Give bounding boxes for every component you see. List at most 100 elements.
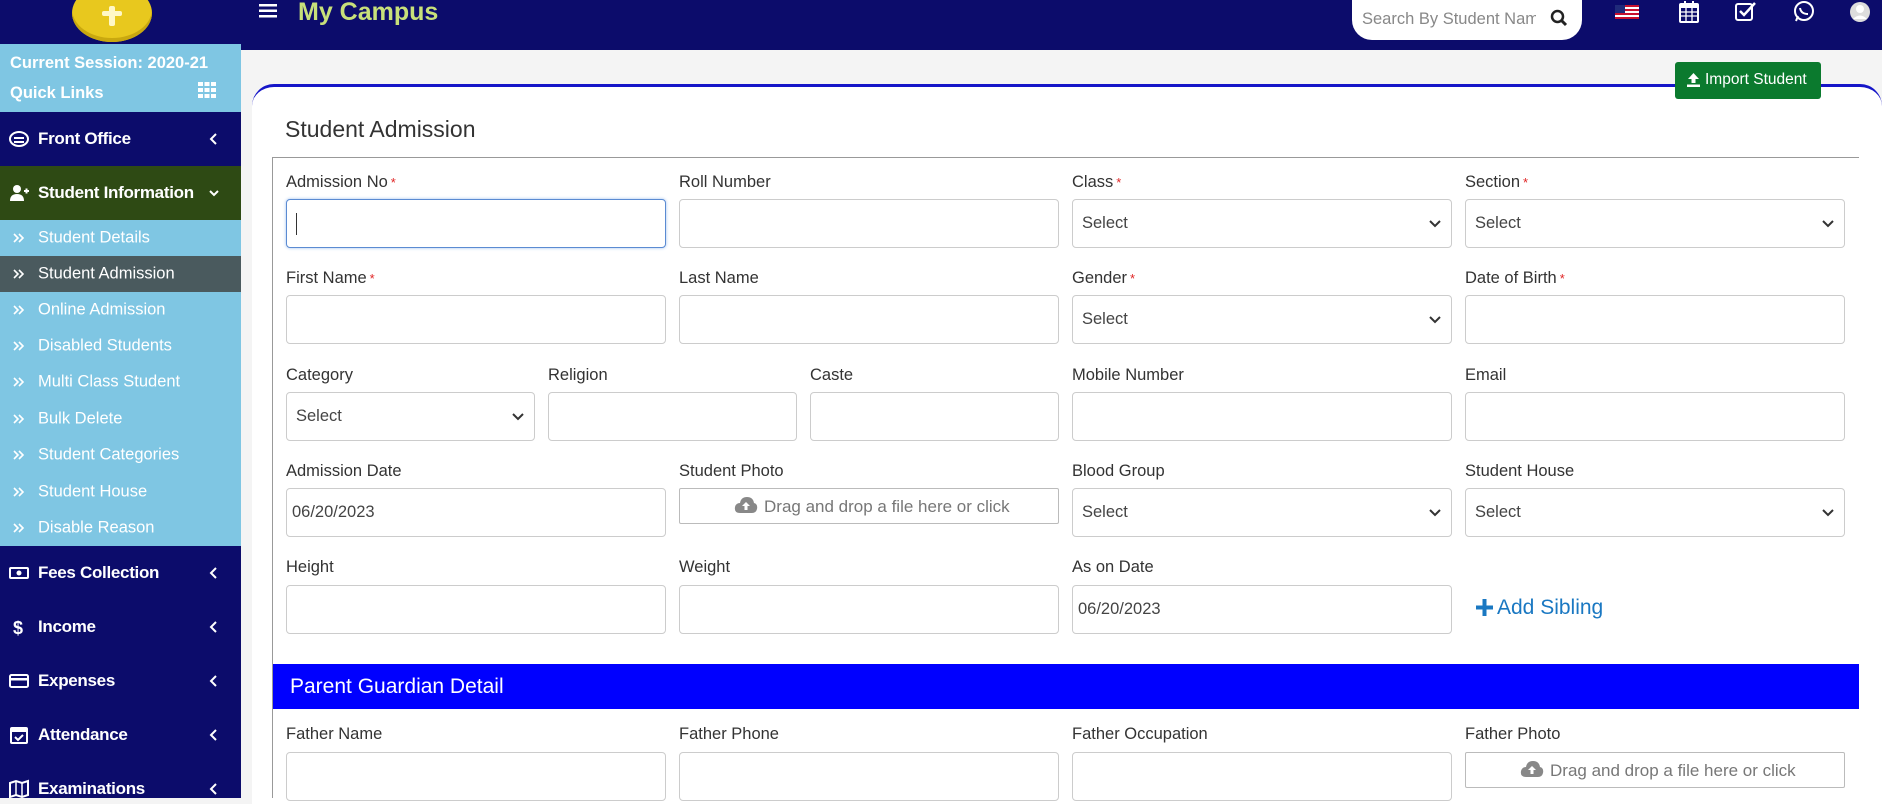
caste-input[interactable]: [810, 392, 1059, 441]
brand-title[interactable]: My Campus: [298, 0, 438, 27]
category-label: Category: [286, 366, 353, 384]
religion-input[interactable]: [548, 392, 797, 441]
submenu-item[interactable]: Student House: [0, 474, 241, 510]
nav-expenses[interactable]: Expenses: [0, 654, 241, 708]
current-session-label: Current Session: 2020-21: [10, 54, 209, 72]
svg-text:$: $: [13, 618, 23, 637]
first-name-input[interactable]: [286, 295, 666, 344]
weight-input[interactable]: [679, 585, 1059, 634]
submenu-item[interactable]: Multi Class Student: [0, 364, 241, 400]
select-value: Select: [1082, 214, 1128, 232]
text-cursor: [296, 213, 297, 235]
category-select[interactable]: Select: [286, 392, 535, 441]
father-occupation-input[interactable]: [1072, 752, 1452, 801]
email-input[interactable]: [1465, 392, 1845, 441]
submenu-item[interactable]: Student Details: [0, 220, 241, 256]
chevron-left-icon: [209, 675, 217, 687]
admission-no-input[interactable]: [286, 199, 666, 248]
quick-links-label[interactable]: Quick Links: [10, 84, 104, 103]
submenu-item[interactable]: Disabled Students: [0, 328, 241, 364]
chevron-down-icon: [1429, 509, 1441, 517]
father-phone-input[interactable]: [679, 752, 1059, 801]
submenu-label: Multi Class Student: [38, 372, 181, 391]
school-logo[interactable]: [72, 0, 152, 42]
select-value: Select: [296, 407, 342, 425]
roll-number-input[interactable]: [679, 199, 1059, 248]
email-label: Email: [1465, 366, 1507, 384]
admission-date-label: Admission Date: [286, 462, 402, 480]
chevron-down-icon: [1429, 316, 1441, 324]
whatsapp-icon[interactable]: [1792, 1, 1816, 23]
dropzone-text: Drag and drop a file here or click: [764, 497, 1010, 516]
task-check-icon[interactable]: [1734, 1, 1758, 23]
nav-fees-collection[interactable]: Fees Collection: [0, 546, 241, 600]
double-chevron-right-icon: [13, 487, 25, 497]
nav-examinations[interactable]: Examinations: [0, 762, 241, 798]
date-value: 06/20/2023: [292, 503, 375, 521]
as-on-date-input[interactable]: 06/20/2023: [1072, 585, 1452, 634]
credit-card-icon: [9, 674, 29, 688]
height-label: Height: [286, 558, 334, 576]
nav-label: Expenses: [38, 671, 115, 690]
double-chevron-right-icon: [13, 523, 25, 533]
student-photo-dropzone[interactable]: Drag and drop a file here or click: [679, 488, 1059, 524]
father-photo-label: Father Photo: [1465, 725, 1561, 743]
submenu-item[interactable]: Online Admission: [0, 292, 241, 328]
section-label: Section *: [1465, 173, 1529, 191]
height-input[interactable]: [286, 585, 666, 634]
nav-label: Attendance: [38, 725, 128, 744]
nav-student-information[interactable]: Student Information: [0, 166, 241, 220]
nav-income[interactable]: $ Income: [0, 600, 241, 654]
student-photo-label: Student Photo: [679, 462, 784, 480]
submenu-label: Student House: [38, 482, 148, 501]
submenu-item[interactable]: Student Categories: [0, 437, 241, 473]
select-value: Select: [1475, 503, 1521, 521]
student-house-select[interactable]: Select: [1465, 488, 1845, 537]
last-name-input[interactable]: [679, 295, 1059, 344]
admission-date-input[interactable]: 06/20/2023: [286, 488, 666, 537]
father-photo-dropzone[interactable]: Drag and drop a file here or click: [1465, 752, 1845, 788]
money-icon: [9, 567, 29, 579]
submenu-item[interactable]: Bulk Delete: [0, 401, 241, 437]
section-select[interactable]: Select: [1465, 199, 1845, 248]
dob-input[interactable]: [1465, 295, 1845, 344]
mobile-number-input[interactable]: [1072, 392, 1452, 441]
dob-label: Date of Birth *: [1465, 269, 1565, 287]
submenu-label: Student Details: [38, 228, 150, 247]
user-avatar-icon[interactable]: [1848, 1, 1872, 23]
student-house-label: Student House: [1465, 462, 1575, 480]
class-select[interactable]: Select: [1072, 199, 1452, 248]
nav-attendance[interactable]: Attendance: [0, 708, 241, 762]
upload-icon: [1687, 73, 1700, 87]
father-name-input[interactable]: [286, 752, 666, 801]
select-value: Select: [1082, 310, 1128, 328]
submenu-label: Bulk Delete: [38, 409, 123, 428]
double-chevron-right-icon: [13, 450, 25, 460]
flag-us-icon[interactable]: [1615, 1, 1639, 23]
add-sibling-label: Add Sibling: [1497, 596, 1604, 619]
search-icon[interactable]: [1550, 9, 1568, 27]
submenu-item[interactable]: Disable Reason: [0, 510, 241, 546]
submenu-label: Student Admission: [38, 264, 175, 283]
blood-group-select[interactable]: Select: [1072, 488, 1452, 537]
grid-icon[interactable]: [198, 82, 216, 98]
front-office-icon: [9, 131, 29, 147]
submenu-label: Disable Reason: [38, 518, 155, 537]
calendar-icon[interactable]: [1677, 1, 1701, 23]
double-chevron-right-icon: [13, 377, 25, 387]
nav-label: Student Information: [38, 183, 194, 202]
search-input[interactable]: [1360, 6, 1538, 32]
gender-label: Gender *: [1072, 269, 1136, 287]
submenu-item-active[interactable]: Student Admission: [0, 256, 241, 292]
roll-number-label: Roll Number: [679, 173, 771, 191]
top-header: My Campus: [241, 0, 1882, 50]
gender-select[interactable]: Select: [1072, 295, 1452, 344]
nav-front-office[interactable]: Front Office: [0, 112, 241, 166]
hamburger-menu-icon[interactable]: [259, 4, 277, 18]
student-information-submenu: Student Details Student Admission Online…: [0, 220, 241, 546]
double-chevron-right-icon: [13, 341, 25, 351]
chevron-down-icon: [512, 413, 524, 421]
select-value: Select: [1082, 503, 1128, 521]
session-panel: Current Session: 2020-21 Quick Links: [0, 44, 241, 112]
import-student-button[interactable]: Import Student: [1675, 62, 1821, 99]
